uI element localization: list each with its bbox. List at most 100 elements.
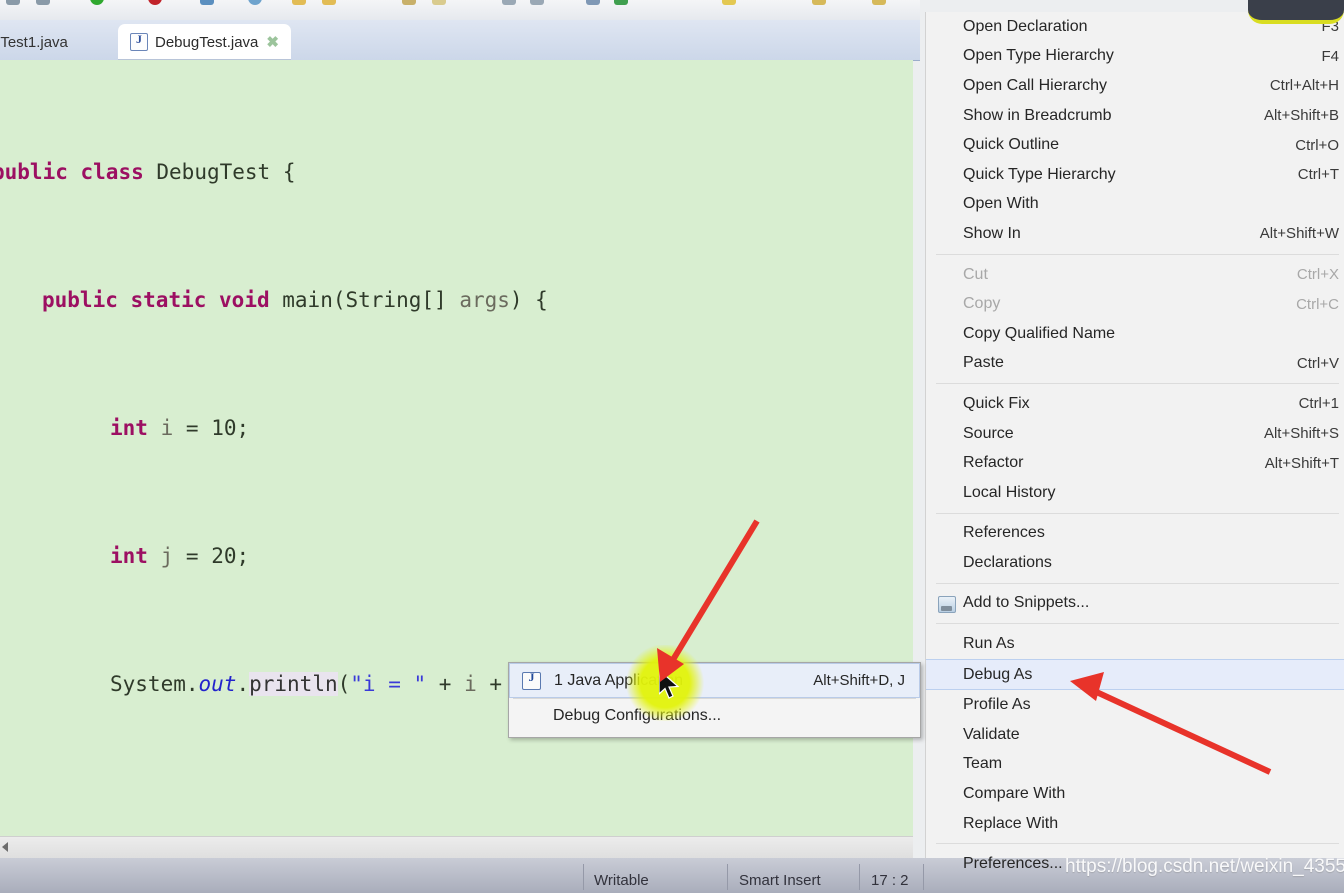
menu-item-label: Validate (963, 725, 1020, 743)
menu-item-team[interactable]: Team (926, 750, 1344, 780)
menu-item-label: Open Declaration (963, 17, 1088, 35)
menu-item-validate[interactable]: Validate (926, 720, 1344, 750)
scroll-left-icon[interactable] (2, 842, 8, 852)
close-icon[interactable]: ✖ (266, 33, 279, 51)
toolbar-icon-undo[interactable] (6, 0, 20, 5)
debug-as-submenu[interactable]: 1 Java Application Alt+Shift+D, J Debug Co… (508, 662, 921, 738)
submenu-item-label: Debug Configurations... (553, 706, 722, 724)
submenu-item-debug-configurations[interactable]: Debug Configurations... (509, 699, 920, 732)
toolbar-icon-profile[interactable] (248, 0, 262, 5)
main-toolbar[interactable] (0, 0, 920, 21)
menu-separator (936, 253, 1339, 255)
menu-item-replace-with[interactable]: Replace With (926, 809, 1344, 839)
menu-item-quick-fix[interactable]: Quick Fix Ctrl+1 (926, 389, 1344, 419)
code-line: int j = 20; (110, 544, 250, 568)
menu-item-label: Quick Type Hierarchy (963, 165, 1116, 183)
toolbar-icon-overflow[interactable] (872, 0, 886, 5)
menu-item-references[interactable]: References (926, 519, 1344, 549)
menu-item-label: Debug As (963, 665, 1033, 683)
toolbar-icon-forward[interactable] (614, 0, 628, 5)
menu-item-label: Show In (963, 224, 1021, 242)
watermark-text: https://blog.csdn.net/weixin_43553142 (1065, 856, 1344, 877)
menu-item-local-history[interactable]: Local History (926, 478, 1344, 508)
tab-debugtest-java[interactable]: DebugTest.java ✖ (118, 24, 291, 60)
menu-separator (936, 512, 1339, 514)
status-separator (923, 864, 924, 890)
menu-item-quick-type-hierarchy[interactable]: Quick Type Hierarchy Ctrl+T (926, 160, 1344, 190)
menu-item-label: Team (963, 755, 1003, 773)
menu-item-declarations[interactable]: Declarations (926, 548, 1344, 578)
menu-item-label: Copy (963, 295, 1001, 313)
toolbar-icon-redo[interactable] (36, 0, 50, 5)
menu-item-label: Quick Fix (963, 394, 1030, 412)
toolbar-icon-debug[interactable] (200, 0, 214, 5)
menu-item-label: Local History (963, 483, 1056, 501)
menu-item-accelerator: Ctrl+V (1296, 354, 1339, 372)
menu-item-open-call-hierarchy[interactable]: Open Call Hierarchy Ctrl+Alt+H (926, 71, 1344, 101)
menu-item-label: Open With (963, 195, 1039, 213)
menu-item-open-type-hierarchy[interactable]: Open Type Hierarchy F4 (926, 42, 1344, 72)
menu-separator (936, 582, 1339, 584)
menu-item-accelerator: Ctrl+C (1296, 295, 1339, 313)
menu-item-compare-with[interactable]: Compare With (926, 779, 1344, 809)
status-cursor-position: 17 : 2 (871, 872, 909, 889)
menu-item-label: Quick Outline (963, 136, 1060, 154)
menu-item-label: Run As (963, 635, 1015, 653)
menu-item-label: Add to Snippets... (963, 594, 1090, 612)
code-line: int i = 10; (110, 416, 250, 440)
menu-item-profile-as[interactable]: Profile As (926, 690, 1344, 720)
menu-item-label: Source (963, 424, 1014, 442)
toolbar-icon-new-folder[interactable] (292, 0, 306, 5)
menu-item-accelerator: F4 (1321, 47, 1339, 65)
menu-item-accelerator: Alt+Shift+W (1259, 225, 1339, 243)
menu-item-debug-as[interactable]: Debug As (926, 658, 1344, 691)
menu-item-label: Profile As (963, 696, 1031, 714)
menu-item-label: Open Call Hierarchy (963, 76, 1108, 94)
menu-item-label: Declarations (963, 553, 1052, 571)
toolbar-icon-search[interactable] (402, 0, 416, 5)
menu-item-paste[interactable]: Paste Ctrl+V (926, 349, 1344, 379)
toolbar-icon-next-annotation[interactable] (530, 0, 544, 5)
menu-separator (936, 383, 1339, 385)
editor-horizontal-scrollbar[interactable] (0, 836, 913, 859)
menu-item-add-to-snippets[interactable]: Add to Snippets... (926, 589, 1344, 619)
java-run-icon (522, 670, 541, 690)
tab-debugtest1-java[interactable]: gTest1.java (0, 24, 78, 60)
status-separator (727, 864, 728, 890)
toolbar-icon-back[interactable] (586, 0, 600, 5)
menu-item-accelerator: Ctrl+1 (1298, 395, 1339, 413)
menu-item-copy-qualified-name[interactable]: Copy Qualified Name (926, 319, 1344, 349)
menu-item-label: Refactor (963, 454, 1024, 472)
editor-tab-bar[interactable]: gTest1.java DebugTest.java ✖ (0, 20, 920, 61)
menu-item-show-in-breadcrumb[interactable]: Show in Breadcrumb Alt+Shift+B (926, 101, 1344, 131)
menu-item-run-as[interactable]: Run As (926, 629, 1344, 659)
java-file-icon (130, 32, 148, 51)
toolbar-icon-pin[interactable] (812, 0, 826, 5)
menu-item-show-in[interactable]: Show In Alt+Shift+W (926, 219, 1344, 249)
menu-item-open-with[interactable]: Open With (926, 190, 1344, 220)
menu-item-label: Replace With (963, 814, 1059, 832)
menu-item-label: Copy Qualified Name (963, 324, 1116, 342)
menu-item-accelerator: Ctrl+Alt+H (1269, 77, 1339, 95)
status-writable: Writable (594, 872, 649, 889)
menu-item-accelerator: Ctrl+O (1295, 136, 1339, 154)
tab-label: DebugTest.java (155, 33, 259, 51)
menu-item-source[interactable]: Source Alt+Shift+S (926, 419, 1344, 449)
menu-item-label: Open Type Hierarchy (963, 47, 1114, 65)
menu-item-copy: Copy Ctrl+C (926, 289, 1344, 319)
toolbar-icon-open-type[interactable] (432, 0, 446, 5)
submenu-item-1-java-application[interactable]: 1 Java Application Alt+Shift+D, J (509, 663, 920, 698)
toolbar-icon-run[interactable] (90, 0, 104, 5)
toolbar-icon-bookmark[interactable] (502, 0, 516, 5)
toolbar-icon-lightbulb[interactable] (722, 0, 736, 5)
menu-item-quick-outline[interactable]: Quick Outline Ctrl+O (926, 130, 1344, 160)
editor-context-menu[interactable]: Open Declaration F3 Open Type Hierarchy F4 O… (925, 12, 1344, 872)
code-line: public static void main(String[] args) { (42, 288, 548, 312)
menu-item-refactor[interactable]: Refactor Alt+Shift+T (926, 448, 1344, 478)
toolbar-icon-new-class[interactable] (322, 0, 336, 5)
menu-item-accelerator: Ctrl+X (1296, 266, 1339, 284)
status-separator (859, 864, 860, 890)
toolbar-icon-stop[interactable] (148, 0, 162, 5)
status-separator (583, 864, 584, 890)
menu-item-open-declaration[interactable]: Open Declaration F3 (926, 12, 1344, 42)
